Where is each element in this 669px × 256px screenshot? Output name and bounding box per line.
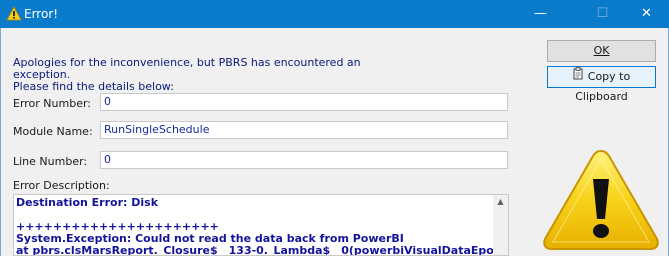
error-number-label: Error Number: [13,97,92,110]
intro-message: Apologies for the inconvenience, but PBR… [13,57,413,93]
scroll-up-arrow-icon[interactable]: ▲ [493,195,508,209]
large-warning-icon [541,147,661,252]
error-description-textbox[interactable]: Destination Error: Disk ++++++++++++++++… [13,194,509,256]
window-title: Error! [24,7,59,21]
close-button[interactable]: ✕ [624,0,669,28]
description-line: Destination Error: Disk [16,196,159,209]
title-bar: Error! — ☐ ✕ [0,0,669,28]
error-number-field[interactable]: 0 [100,93,508,111]
warning-icon [6,6,22,22]
intro-line-2: Please find the details below: [13,80,174,93]
ok-button[interactable]: OK [547,40,656,62]
line-number-field[interactable]: 0 [100,151,508,169]
module-name-label: Module Name: [13,125,93,138]
maximize-button[interactable]: ☐ [580,0,625,28]
error-description-label: Error Description: [13,179,110,192]
module-name-field[interactable]: RunSingleSchedule [100,121,508,139]
minimize-button[interactable]: — [518,0,563,28]
ok-button-label: OK [593,44,610,57]
line-number-label: Line Number: [13,155,88,168]
intro-line-1: Apologies for the inconvenience, but PBR… [13,56,361,81]
copy-to-clipboard-button[interactable]: Copy to Clipboard [547,66,656,103]
description-line: at pbrs.clsMarsReport._Closure$__133-0._… [16,244,509,256]
vertical-scrollbar[interactable]: ▲ [493,195,508,255]
clipboard-icon [573,67,585,87]
